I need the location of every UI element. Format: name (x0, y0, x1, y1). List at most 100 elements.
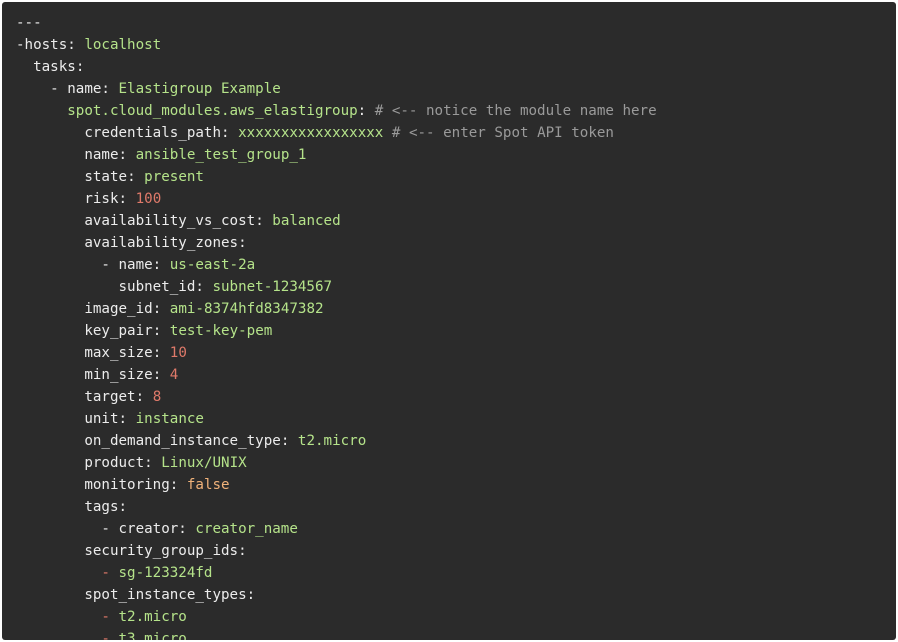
yaml-value: 8 (152, 389, 162, 405)
yaml-doc-start: --- (16, 12, 657, 34)
yaml-hosts: -hosts: localhost (16, 34, 657, 56)
yaml-separator: : (195, 279, 213, 295)
yaml-separator: : (221, 125, 239, 141)
yaml-comment: # <-- notice the module name here (374, 103, 657, 119)
yaml-separator: : (238, 543, 247, 559)
yaml-separator: : (118, 411, 136, 427)
yaml-on-demand-instance-type: on_demand_instance_type: t2.micro (16, 430, 657, 452)
yaml-monitoring: monitoring: false (16, 474, 657, 496)
code-viewer: --- -hosts: localhost tasks: - name: Elas… (2, 2, 896, 640)
yaml-value: sg-123324fd (118, 565, 213, 581)
yaml-key: min_size (84, 367, 153, 383)
yaml-security-group-ids: security_group_ids: (16, 540, 657, 562)
yaml-key: availability_zones (84, 235, 239, 251)
yaml-tags: tags: (16, 496, 657, 518)
yaml-value: 4 (169, 367, 179, 383)
yaml-separator: : (101, 81, 119, 97)
yaml-key: on_demand_instance_type (84, 433, 281, 449)
yaml-key: security_group_ids (84, 543, 239, 559)
yaml-key: - creator (101, 521, 179, 537)
yaml-separator: : (135, 389, 153, 405)
yaml-separator: : (118, 499, 128, 515)
yaml-comment: # <-- enter Spot API token (383, 125, 614, 141)
yaml-key: availability_vs_cost (84, 213, 256, 229)
yaml-min-size: min_size: 4 (16, 364, 657, 386)
yaml-task-name: - name: Elastigroup Example (16, 78, 657, 100)
yaml-target: target: 8 (16, 386, 657, 408)
yaml-value: ansible_test_group_1 (135, 147, 307, 163)
yaml-spot-instance-types: spot_instance_types: (16, 584, 657, 606)
yaml-tasks: tasks: (16, 56, 657, 78)
yaml-value: Linux/UNIX (161, 455, 247, 471)
yaml-separator: : (127, 169, 145, 185)
yaml-separator: : (357, 103, 375, 119)
yaml-value: t2.micro (118, 609, 187, 625)
yaml-key: subnet_id (118, 279, 196, 295)
yaml-unit: unit: instance (16, 408, 657, 430)
yaml-key: - name (50, 81, 102, 97)
list-dash: - (101, 609, 119, 625)
yaml-code-block: --- -hosts: localhost tasks: - name: Elas… (16, 12, 657, 640)
yaml-key: product (84, 455, 145, 471)
yaml-value: t2.micro (297, 433, 367, 449)
yaml-separator: : (246, 587, 256, 603)
yaml-value: Elastigroup Example (118, 81, 281, 97)
yaml-key: risk (84, 191, 119, 207)
yaml-az-name: - name: us-east-2a (16, 254, 657, 276)
yaml-value: subnet-1234567 (212, 279, 333, 295)
yaml-value: false (186, 477, 230, 493)
yaml-availability-vs-cost: availability_vs_cost: balanced (16, 210, 657, 232)
yaml-key: image_id (84, 301, 153, 317)
yaml-separator: : (152, 323, 170, 339)
yaml-credentials-path: credentials_path: xxxxxxxxxxxxxxxxx # <-… (16, 122, 657, 144)
yaml-separator: : (75, 59, 85, 75)
yaml-key: spot.cloud_modules.aws_elastigroup (67, 103, 358, 119)
yaml-image-id: image_id: ami-8374hfd8347382 (16, 298, 657, 320)
yaml-spot-type-t3: - t3.micro (16, 628, 657, 640)
yaml-sg-item: - sg-123324fd (16, 562, 657, 584)
yaml-key: credentials_path (84, 125, 222, 141)
yaml-key: --- (16, 15, 42, 31)
yaml-value: localhost (84, 37, 162, 53)
yaml-value: balanced (272, 213, 341, 229)
yaml-key: -hosts (16, 37, 68, 53)
yaml-separator: : (67, 37, 85, 53)
yaml-separator: : (118, 147, 136, 163)
yaml-max-size: max_size: 10 (16, 342, 657, 364)
yaml-value: xxxxxxxxxxxxxxxxx (238, 125, 384, 141)
yaml-key: key_pair (84, 323, 153, 339)
yaml-value: creator_name (195, 521, 298, 537)
yaml-key: name (84, 147, 119, 163)
yaml-value: 100 (135, 191, 162, 207)
yaml-separator: : (144, 455, 162, 471)
yaml-separator: : (178, 521, 196, 537)
yaml-module: spot.cloud_modules.aws_elastigroup: # <-… (16, 100, 657, 122)
yaml-separator: : (169, 477, 187, 493)
yaml-spot-type-t2: - t2.micro (16, 606, 657, 628)
yaml-value: t3.micro (118, 631, 187, 640)
yaml-key: unit (84, 411, 119, 427)
yaml-value: instance (135, 411, 204, 427)
yaml-az-subnet-id: subnet_id: subnet-1234567 (16, 276, 657, 298)
yaml-separator: : (255, 213, 273, 229)
yaml-value: 10 (169, 345, 187, 361)
